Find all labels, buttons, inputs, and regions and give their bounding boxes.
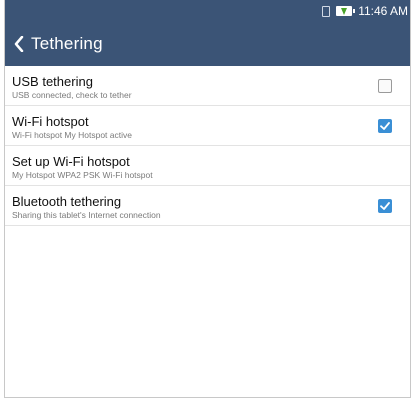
sim-icon — [322, 5, 331, 17]
status-time: 11:46 AM — [358, 4, 408, 18]
status-bar: 11:46 AM — [5, 0, 410, 22]
setup-wifi-hotspot-row[interactable]: Set up Wi-Fi hotspot My Hotspot WPA2 PSK… — [5, 146, 410, 186]
wifi-hotspot-label: Wi-Fi hotspot — [12, 114, 89, 129]
bluetooth-tethering-summary: Sharing this tablet's Internet connectio… — [12, 210, 161, 220]
wifi-hotspot-summary: Wi-Fi hotspot My Hotspot active — [12, 130, 132, 140]
tethering-screen: 11:46 AM Tethering USB tethering USB con… — [4, 0, 411, 398]
bluetooth-tethering-checkbox[interactable] — [378, 199, 392, 213]
setup-wifi-hotspot-label: Set up Wi-Fi hotspot — [12, 154, 130, 169]
usb-tethering-row[interactable]: USB tethering USB connected, check to te… — [5, 66, 410, 106]
bluetooth-tethering-row[interactable]: Bluetooth tethering Sharing this tablet'… — [5, 186, 410, 226]
bluetooth-tethering-label: Bluetooth tethering — [12, 194, 122, 209]
wifi-hotspot-checkbox[interactable] — [378, 119, 392, 133]
action-bar: Tethering — [5, 22, 410, 66]
settings-list: USB tethering USB connected, check to te… — [5, 66, 410, 226]
usb-tethering-summary: USB connected, check to tether — [12, 90, 132, 100]
battery-charging-icon — [336, 6, 356, 16]
usb-tethering-checkbox[interactable] — [378, 79, 392, 93]
setup-wifi-hotspot-summary: My Hotspot WPA2 PSK Wi-Fi hotspot — [12, 170, 153, 180]
page-title: Tethering — [31, 34, 103, 53]
usb-tethering-label: USB tethering — [12, 74, 93, 89]
wifi-hotspot-row[interactable]: Wi-Fi hotspot Wi-Fi hotspot My Hotspot a… — [5, 106, 410, 146]
chevron-left-icon[interactable] — [11, 34, 27, 54]
